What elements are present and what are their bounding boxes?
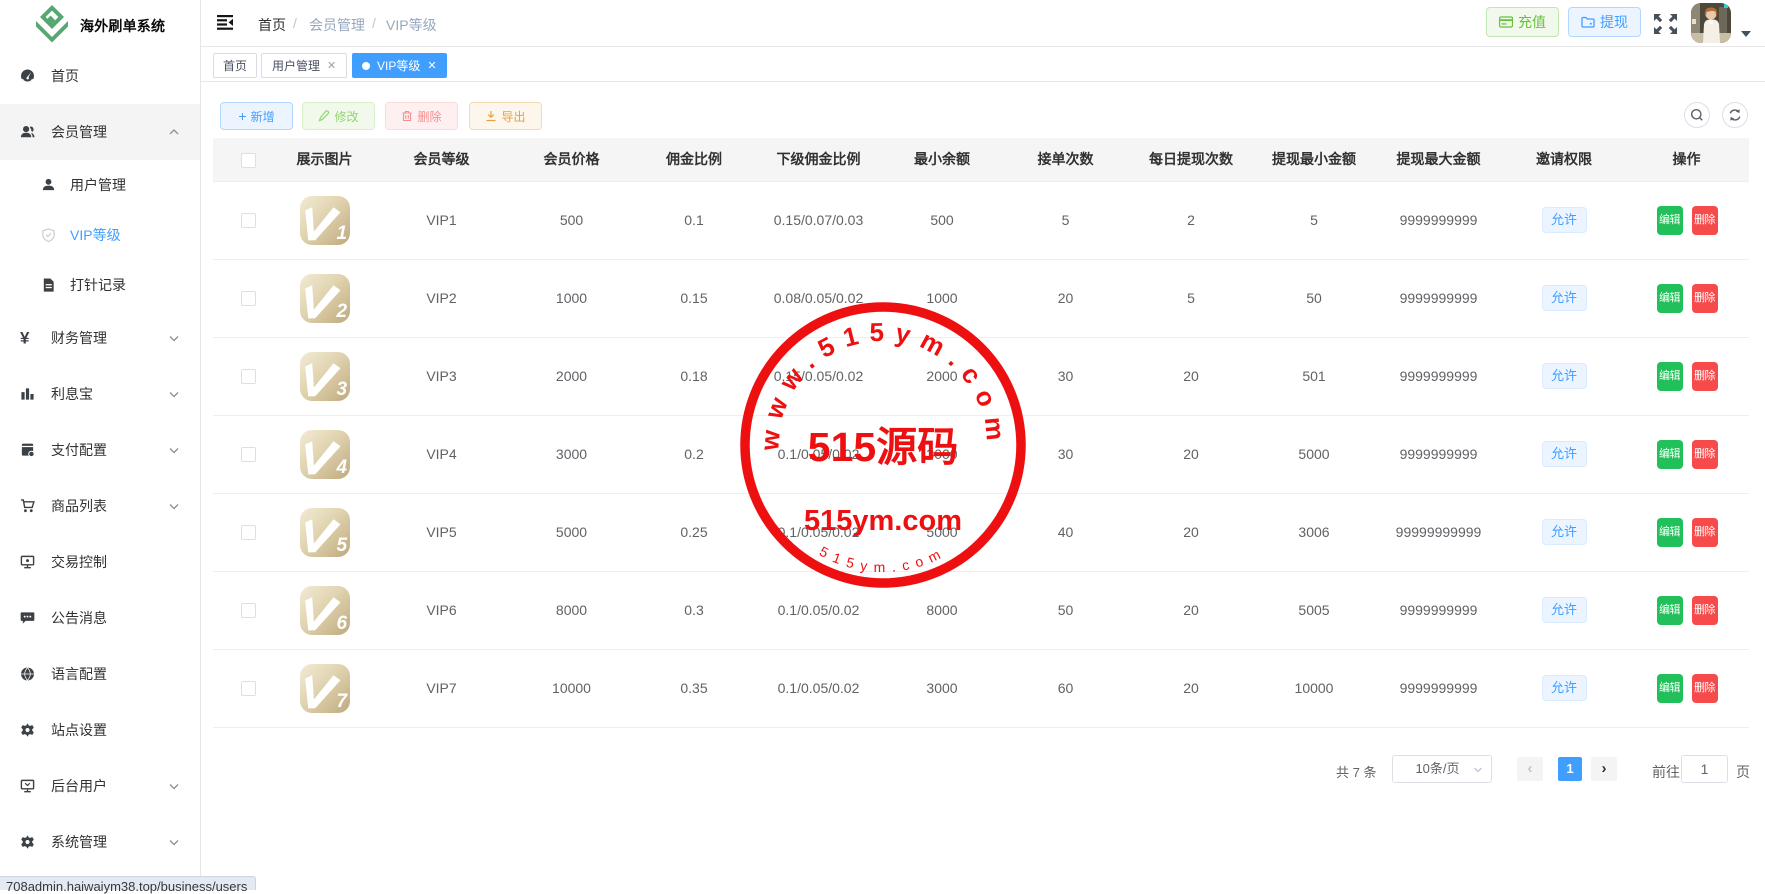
svg-text:515ym.com: 515ym.com — [804, 505, 962, 537]
svg-text:6: 6 — [336, 613, 347, 634]
svg-text:4: 4 — [335, 457, 347, 478]
svg-text:5: 5 — [336, 535, 347, 556]
svg-text:7: 7 — [336, 691, 348, 712]
svg-text:1: 1 — [336, 223, 347, 244]
svg-text:2: 2 — [335, 301, 347, 322]
svg-text:3: 3 — [336, 379, 347, 400]
svg-text:515源码: 515源码 — [808, 424, 958, 470]
